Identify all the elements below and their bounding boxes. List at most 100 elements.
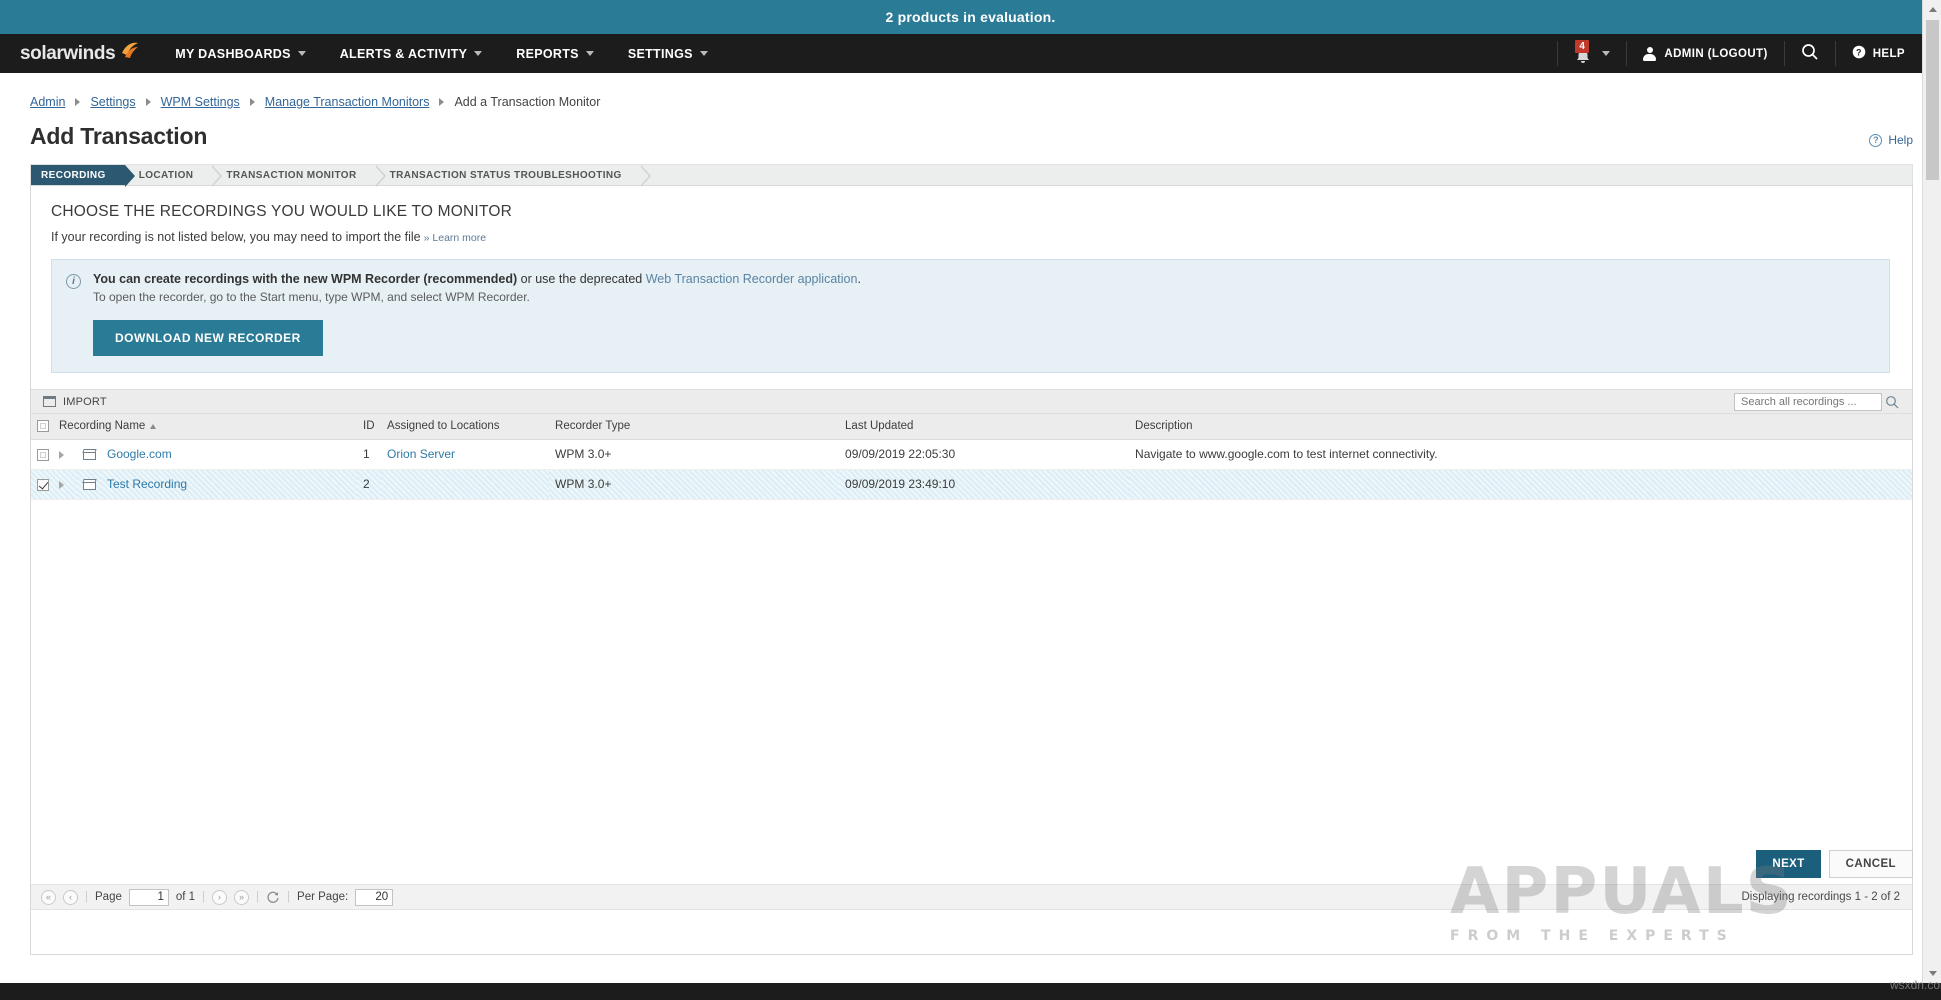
nav-item-alerts-activity[interactable]: ALERTS & ACTIVITY xyxy=(323,34,500,73)
table-row[interactable]: Google.com 1 Orion Server WPM 3.0+ 09/09… xyxy=(31,439,1912,470)
notifications-button[interactable]: 4 xyxy=(1558,34,1626,73)
bottom-bar xyxy=(0,983,1941,1000)
cancel-button[interactable]: CANCEL xyxy=(1828,850,1913,878)
page-title: Add Transaction xyxy=(30,123,208,149)
web-transaction-recorder-link[interactable]: Web Transaction Recorder application xyxy=(646,272,858,286)
row-recorder-type-cell: WPM 3.0+ xyxy=(549,468,840,500)
sort-ascending-icon xyxy=(150,423,157,429)
breadcrumb-item-settings[interactable]: Settings xyxy=(90,95,135,109)
page-help-link[interactable]: ? Help xyxy=(1869,133,1913,150)
last-page-button[interactable]: » xyxy=(234,889,250,905)
wizard-step-label: LOCATION xyxy=(138,169,194,181)
chevron-down-icon xyxy=(1602,51,1611,56)
row-assigned-cell: Orion Server xyxy=(381,439,550,470)
help-label: HELP xyxy=(1872,47,1905,60)
brand-label: solarwinds xyxy=(20,42,116,64)
nav-item-reports[interactable]: REPORTS xyxy=(499,34,611,73)
breadcrumb-arrow-icon xyxy=(249,98,255,106)
column-label: Recorder Type xyxy=(555,420,631,433)
displaying-count-label: Displaying recordings 1 - 2 of 2 xyxy=(1741,891,1900,903)
recording-name-link[interactable]: Test Recording xyxy=(107,477,187,491)
secondary-nav-items: 4 ADMIN (LOGOUT) ? HELP xyxy=(1557,34,1941,73)
row-type-icon-cell xyxy=(77,468,101,500)
table-row[interactable]: Test Recording 2 WPM 3.0+ 09/09/2019 23:… xyxy=(31,468,1912,500)
column-label: Recording Name xyxy=(59,420,146,433)
row-checkbox[interactable] xyxy=(37,448,49,461)
expand-triangle-icon[interactable] xyxy=(59,480,64,489)
wizard-step-transaction-status-troubleshooting[interactable]: TRANSACTION STATUS TROUBLESHOOTING xyxy=(376,165,651,187)
wizard-step-location[interactable]: LOCATION xyxy=(125,165,223,187)
recording-clapperboard-icon xyxy=(82,479,97,491)
breadcrumb-item-wpm-settings[interactable]: WPM Settings xyxy=(161,95,240,109)
refresh-icon[interactable] xyxy=(266,890,280,904)
breadcrumb-item-admin[interactable]: Admin xyxy=(30,95,65,109)
page-content: Admin Settings WPM Settings Manage Trans… xyxy=(0,73,1941,983)
row-description-cell: Navigate to www.google.com to test inter… xyxy=(1129,439,1912,470)
column-header-recorder-type[interactable]: Recorder Type xyxy=(549,414,840,440)
column-label: Assigned to Locations xyxy=(387,420,500,433)
recordings-table: Recording Name ID Assigned to Locations … xyxy=(31,414,1912,500)
step-chevron-inner-icon xyxy=(211,166,221,186)
import-label: IMPORT xyxy=(63,395,107,408)
row-recording-name-cell: Test Recording xyxy=(101,468,358,500)
nav-item-settings[interactable]: SETTINGS xyxy=(611,34,725,73)
next-page-button[interactable]: › xyxy=(212,889,228,905)
evaluation-banner: 2 products in evaluation. xyxy=(0,0,1941,34)
help-menu[interactable]: ? HELP xyxy=(1836,34,1921,73)
previous-page-button[interactable]: ‹ xyxy=(63,889,78,905)
page-number-input[interactable] xyxy=(128,888,169,906)
download-new-recorder-button[interactable]: DOWNLOAD NEW RECORDER xyxy=(93,320,323,356)
row-select-cell xyxy=(31,439,53,470)
search-submit-icon[interactable] xyxy=(1882,392,1902,412)
notification-count-badge: 4 xyxy=(1575,39,1590,53)
assigned-location-link[interactable]: Orion Server xyxy=(387,447,455,461)
account-menu[interactable]: ADMIN (LOGOUT) xyxy=(1627,34,1783,73)
select-all-checkbox[interactable] xyxy=(37,420,49,433)
row-select-cell xyxy=(31,468,53,500)
import-button[interactable]: IMPORT xyxy=(42,395,107,408)
info-box-line-2: To open the recorder, go to the Start me… xyxy=(93,290,530,304)
solarwinds-swirl-icon xyxy=(120,40,140,60)
info-box-line1-mid: or use the deprecated xyxy=(517,272,646,286)
recording-clapperboard-icon xyxy=(82,449,97,461)
expand-triangle-icon[interactable] xyxy=(59,450,64,459)
scrollbar-thumb[interactable] xyxy=(1926,20,1939,180)
recording-name-link[interactable]: Google.com xyxy=(107,447,172,461)
column-header-assigned-to-locations[interactable]: Assigned to Locations xyxy=(381,414,550,440)
search-button[interactable] xyxy=(1785,34,1835,73)
nav-item-label: REPORTS xyxy=(516,46,579,61)
wizard-step-recording[interactable]: RECORDING xyxy=(31,165,135,187)
scroll-down-arrow[interactable] xyxy=(1923,964,1941,982)
row-expand-cell xyxy=(53,439,77,470)
search-input[interactable] xyxy=(1734,392,1882,411)
breadcrumb-item-current: Add a Transaction Monitor xyxy=(454,95,601,109)
pager-divider: | xyxy=(256,891,260,903)
info-box-line-1: You can create recordings with the new W… xyxy=(93,272,1875,286)
scroll-up-arrow[interactable] xyxy=(1923,0,1941,18)
first-page-button[interactable]: « xyxy=(41,889,56,905)
per-page-input[interactable] xyxy=(355,888,394,906)
vertical-scrollbar[interactable] xyxy=(1922,0,1941,1000)
row-checkbox[interactable] xyxy=(37,478,49,491)
breadcrumb-item-manage-transaction-monitors[interactable]: Manage Transaction Monitors xyxy=(265,95,430,109)
solarwinds-logo[interactable]: solarwinds xyxy=(0,34,158,73)
learn-more-link[interactable]: » Learn more xyxy=(424,232,486,244)
column-header-description[interactable]: Description xyxy=(1129,414,1912,440)
table-header: Recording Name ID Assigned to Locations … xyxy=(31,414,1912,440)
chevron-down-icon xyxy=(474,51,483,56)
svg-text:?: ? xyxy=(1856,47,1862,57)
column-header-last-updated[interactable]: Last Updated xyxy=(839,414,1130,440)
nav-item-my-dashboards[interactable]: MY DASHBOARDS xyxy=(158,34,322,73)
row-assigned-cell xyxy=(381,468,550,500)
breadcrumb-arrow-icon xyxy=(439,98,445,106)
wizard-step-transaction-monitor[interactable]: TRANSACTION MONITOR xyxy=(212,165,386,187)
bell-icon: 4 xyxy=(1574,39,1592,65)
wizard-steps: RECORDING LOCATION TRANSACTION MONITOR T… xyxy=(30,164,1913,187)
column-header-recording-name[interactable]: Recording Name xyxy=(53,414,358,440)
page-title-row: Add Transaction ? Help xyxy=(0,109,1941,150)
question-circle-icon: ? xyxy=(1869,133,1883,147)
row-type-icon-cell xyxy=(77,439,101,470)
column-header-id[interactable]: ID xyxy=(357,414,382,440)
next-button[interactable]: NEXT xyxy=(1756,850,1821,878)
top-navigation-bar: solarwinds MY DASHBOARDS ALERTS & ACTIVI… xyxy=(0,34,1941,73)
